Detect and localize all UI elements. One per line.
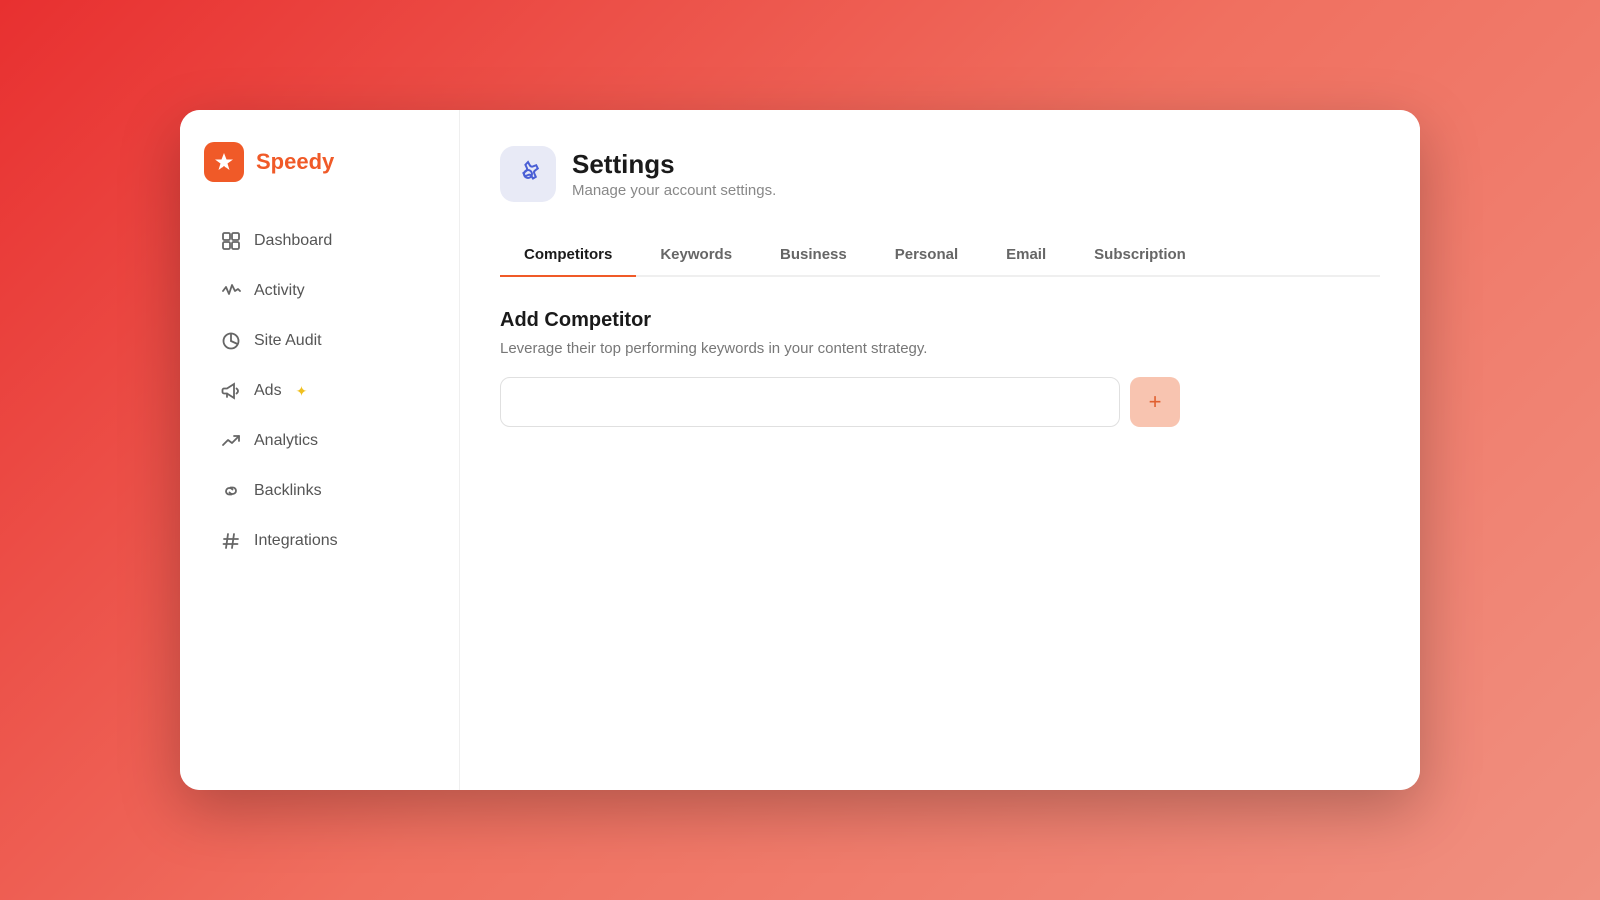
section-description: Leverage their top performing keywords i… bbox=[500, 340, 1380, 357]
competitor-input[interactable] bbox=[500, 377, 1120, 427]
sidebar-label-dashboard: Dashboard bbox=[254, 232, 332, 250]
sidebar-label-activity: Activity bbox=[254, 282, 305, 300]
page-header: Settings Manage your account settings. bbox=[500, 146, 1380, 202]
tab-subscription[interactable]: Subscription bbox=[1070, 234, 1210, 277]
plus-icon: + bbox=[1149, 389, 1162, 415]
settings-tabs: Competitors Keywords Business Personal E… bbox=[500, 234, 1380, 277]
app-window: Speedy Dashboard Activity bbox=[180, 110, 1420, 790]
page-title: Settings bbox=[572, 149, 776, 180]
section-title: Add Competitor bbox=[500, 309, 1380, 332]
sidebar-item-analytics[interactable]: Analytics bbox=[204, 418, 435, 464]
sidebar-label-backlinks: Backlinks bbox=[254, 482, 322, 500]
input-row: + bbox=[500, 377, 1380, 427]
competitors-section: Add Competitor Leverage their top perfor… bbox=[500, 309, 1380, 427]
sidebar-label-integrations: Integrations bbox=[254, 532, 338, 550]
logo-area: Speedy bbox=[204, 142, 435, 182]
ads-star-badge: ✦ bbox=[296, 383, 308, 400]
main-content: Settings Manage your account settings. C… bbox=[460, 110, 1420, 790]
tab-business[interactable]: Business bbox=[756, 234, 871, 277]
tab-email[interactable]: Email bbox=[982, 234, 1070, 277]
sidebar-item-ads[interactable]: Ads ✦ bbox=[204, 368, 435, 414]
tab-competitors[interactable]: Competitors bbox=[500, 234, 636, 277]
settings-icon-bg bbox=[500, 146, 556, 202]
logo-text: Speedy bbox=[256, 149, 334, 175]
sidebar-item-integrations[interactable]: Integrations bbox=[204, 518, 435, 564]
grid-icon bbox=[220, 230, 242, 252]
sidebar-label-analytics: Analytics bbox=[254, 432, 318, 450]
pie-icon bbox=[220, 330, 242, 352]
megaphone-icon bbox=[220, 380, 242, 402]
add-competitor-button[interactable]: + bbox=[1130, 377, 1180, 427]
logo-icon bbox=[204, 142, 244, 182]
sidebar-item-backlinks[interactable]: Backlinks bbox=[204, 468, 435, 514]
sidebar-item-activity[interactable]: Activity bbox=[204, 268, 435, 314]
page-subtitle: Manage your account settings. bbox=[572, 182, 776, 199]
header-text-group: Settings Manage your account settings. bbox=[572, 149, 776, 199]
link-icon bbox=[220, 480, 242, 502]
trending-icon bbox=[220, 430, 242, 452]
sidebar-item-dashboard[interactable]: Dashboard bbox=[204, 218, 435, 264]
sidebar-item-site-audit[interactable]: Site Audit bbox=[204, 318, 435, 364]
sidebar: Speedy Dashboard Activity bbox=[180, 110, 460, 790]
activity-icon bbox=[220, 280, 242, 302]
sidebar-label-site-audit: Site Audit bbox=[254, 332, 322, 350]
tab-keywords[interactable]: Keywords bbox=[636, 234, 756, 277]
sidebar-label-ads: Ads bbox=[254, 382, 282, 400]
tab-personal[interactable]: Personal bbox=[871, 234, 982, 277]
hash-icon bbox=[220, 530, 242, 552]
